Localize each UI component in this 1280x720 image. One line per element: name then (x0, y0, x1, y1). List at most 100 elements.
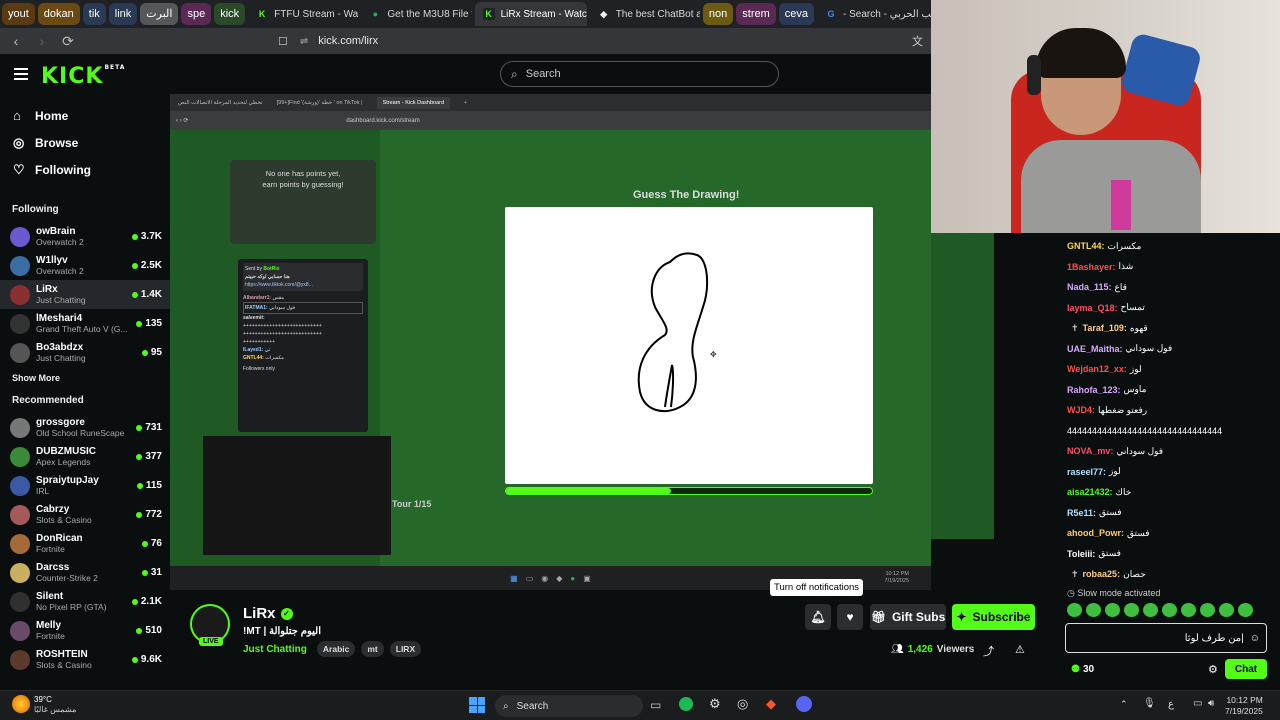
os-clock[interactable]: 10:12 PM 7/19/2025 (1225, 695, 1263, 717)
discord-icon[interactable] (796, 696, 812, 712)
bookmark-chip[interactable]: dokan (37, 3, 80, 25)
gift-subs-button[interactable]: 🎁︎ Gift Subs (870, 604, 946, 630)
chat-username[interactable]: 1Bashayer: (1067, 262, 1116, 272)
windows-start-icon[interactable] (469, 697, 485, 713)
nav-browse[interactable]: ◎ Browse (0, 129, 170, 156)
chat-username[interactable]: ahood_Powr: (1067, 528, 1124, 538)
emoji-icon[interactable]: ☺ (1250, 633, 1260, 644)
sidebar-channel-grossgore[interactable]: grossgore Old School RuneScape 731 (0, 413, 170, 442)
network-icon[interactable]: ▭ (1193, 698, 1202, 709)
browser-tab[interactable]: G - Search - متعب الحربي (817, 2, 932, 26)
follow-button[interactable]: ♥ (837, 604, 863, 630)
browser-tab[interactable]: KLiRx Stream - Watc✕ (474, 2, 587, 26)
bookmark-chip[interactable]: spe (181, 3, 212, 25)
chat-input[interactable]: من طرف لوثا| ☺ (1065, 623, 1267, 653)
emote-icon[interactable] (1200, 603, 1215, 617)
streamer-name[interactable]: LiRx (243, 605, 276, 622)
search-bar[interactable]: ⌕ Search (500, 61, 779, 87)
emote-icon[interactable] (1067, 603, 1082, 617)
chat-username[interactable]: Rahofa_123: (1067, 385, 1121, 395)
reload-icon[interactable]: ⟳ (58, 33, 78, 50)
chat-username[interactable]: raseel77: (1067, 467, 1106, 477)
tag-mt[interactable]: mt (361, 641, 384, 657)
volume-icon[interactable]: 🔊︎ (1208, 698, 1214, 709)
kick-logo[interactable]: KICKBETA (41, 64, 125, 89)
emote-icon[interactable] (1162, 603, 1177, 617)
chat-username[interactable]: robaa25: (1083, 569, 1121, 579)
sidebar-channel-silent[interactable]: Silent No Pixel RP (GTA) 2.1K (0, 587, 170, 616)
browser-tab[interactable]: ◆ The best ChatBot and (590, 2, 700, 26)
subscribe-button[interactable]: ✦ Subscribe (952, 604, 1035, 630)
sidebar-channel-owbrain[interactable]: owBrain Overwatch 2 3.7K (0, 222, 170, 251)
chat-username[interactable]: Taraf_109: (1083, 323, 1127, 333)
tab-group-chip[interactable]: non (702, 3, 734, 25)
brave-icon[interactable]: ◆ (766, 696, 776, 712)
notification-bell-button[interactable]: 🔔︎ (805, 604, 831, 630)
chat-username[interactable]: Nada_115: (1067, 282, 1112, 292)
nav-following[interactable]: ♡ Following (0, 156, 170, 183)
language-indicator[interactable]: ع (1168, 699, 1174, 710)
sidebar-channel-darcss[interactable]: Darcss Counter-Strike 2 31 (0, 558, 170, 587)
chat-username[interactable]: Wejdan12_xx: (1067, 364, 1127, 374)
forward-icon[interactable]: › (32, 33, 52, 49)
tray-expand-icon[interactable]: ⌃ (1120, 699, 1128, 710)
chat-settings-icon[interactable]: ⚙ (1208, 663, 1218, 676)
sidebar-channel-dubzmusic[interactable]: DUBZMUSIC Apex Legends 377 (0, 442, 170, 471)
sidebar-channel-spraiytupjay[interactable]: SpraiytupJay IRL 115 (0, 471, 170, 500)
emote-icon[interactable] (1219, 603, 1234, 617)
sidebar-channel-roshtein[interactable]: ROSHTEIN Slots & Casino 9.6K (0, 645, 170, 674)
bookmark-chip[interactable]: yout (2, 3, 35, 25)
menu-icon[interactable] (14, 68, 28, 80)
sidebar-channel-lirx[interactable]: LiRx Just Chatting 1.4K (0, 280, 170, 309)
report-icon[interactable]: ⚠ (1015, 643, 1025, 656)
bookmark-chip[interactable]: tik (82, 3, 106, 25)
nav-home[interactable]: ⌂ Home (0, 102, 170, 129)
emote-icon[interactable] (1105, 603, 1120, 617)
tab-group-chip[interactable]: strem (736, 3, 776, 25)
site-info-icon[interactable]: ⇌ (300, 36, 308, 47)
weather-widget[interactable]: 39°C مشمس غالبًا (34, 695, 76, 715)
browser-tab[interactable]: K FTFU Stream - Watch L (248, 2, 358, 26)
emote-icon[interactable] (1238, 603, 1253, 617)
bookmark-chip[interactable]: البرت (140, 3, 179, 25)
bookmark-icon[interactable]: ☐ (278, 35, 288, 48)
sidebar-channel-donrican[interactable]: DonRican Fortnite 76 (0, 529, 170, 558)
chat-username[interactable]: GNTL44: (1067, 241, 1105, 251)
emote-icon[interactable] (1086, 603, 1101, 617)
sidebar-channel-lmeshari4[interactable]: lMeshari4 Grand Theft Auto V (G... 135 (0, 309, 170, 338)
bookmark-chip[interactable]: link (108, 3, 138, 25)
share-icon[interactable]: ⤴ (983, 643, 994, 659)
tag-lirx[interactable]: LIRX (389, 641, 422, 657)
task-view-icon[interactable]: ▭ (650, 698, 661, 712)
browser-tab[interactable]: ● Get the M3U8 File from (361, 2, 472, 26)
sidebar-channel-bo3abdzx[interactable]: Bo3abdzx Just Chatting 95 (0, 338, 170, 367)
settings-app-icon[interactable]: ⚙ (709, 696, 721, 712)
bookmark-chip[interactable]: kick (214, 3, 246, 25)
chat-username[interactable]: aisa21432: (1067, 487, 1113, 497)
spotify-icon[interactable] (679, 697, 693, 711)
sidebar-channel-melly[interactable]: Melly Fortnite 510 (0, 616, 170, 645)
mic-icon[interactable]: 🎙︎ (1143, 698, 1156, 709)
emote-icon[interactable] (1181, 603, 1196, 617)
category-link[interactable]: Just Chatting (243, 644, 307, 655)
chat-username[interactable]: Toleiii: (1067, 549, 1095, 559)
back-icon[interactable]: ‹ (6, 33, 26, 49)
show-more-link[interactable]: Show More (0, 367, 170, 389)
chat-username[interactable]: NOVA_mv: (1067, 446, 1113, 456)
chat-username[interactable]: UAE_Maitha: (1067, 344, 1123, 354)
translate-icon[interactable]: 文 (912, 33, 923, 49)
sidebar-channel-cabrzy[interactable]: Cabrzy Slots & Casino 772 (0, 500, 170, 529)
url-field[interactable]: kick.com/lirx (318, 35, 378, 47)
chat-username[interactable]: WJD4: (1067, 405, 1095, 415)
chat-username[interactable]: R5e11: (1067, 508, 1096, 518)
points-display[interactable]: ⚉ 30 (1071, 664, 1094, 675)
video-player[interactable]: تخطي لتحديد المرحلة الاتصالات النص [99+]F… (170, 94, 931, 590)
sidebar-channel-w1llyv[interactable]: W1llyv Overwatch 2 2.5K (0, 251, 170, 280)
tab-group-chip[interactable]: ceva (778, 3, 815, 25)
chat-username[interactable]: layma_Q18: (1067, 303, 1118, 313)
os-search-box[interactable]: ⌕ Search (495, 695, 643, 717)
chat-send-button[interactable]: Chat (1225, 659, 1267, 679)
emote-icon[interactable] (1124, 603, 1139, 617)
steam-icon[interactable]: ◎ (737, 696, 748, 712)
emote-icon[interactable] (1143, 603, 1158, 617)
